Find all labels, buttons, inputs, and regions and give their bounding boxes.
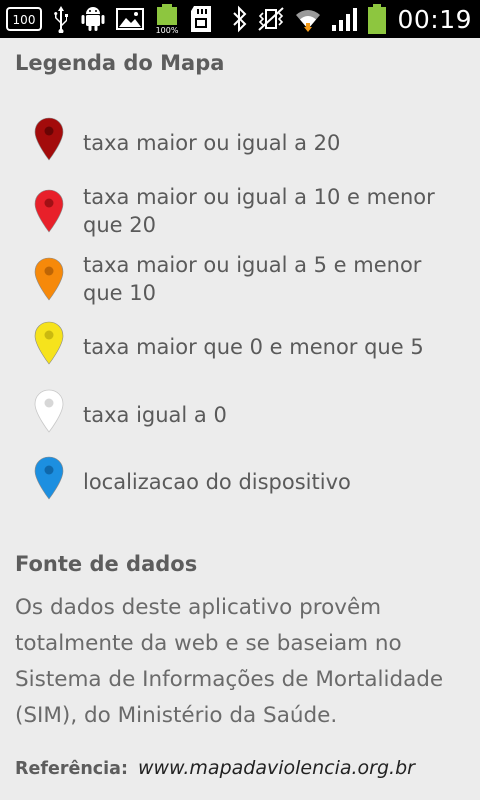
notification-icons: 100 100% bbox=[6, 4, 212, 34]
reference-row: Referência: www.mapadaviolencia.org.br bbox=[15, 757, 415, 779]
legend-item-label: taxa maior ou igual a 5 e menor que 10 bbox=[83, 253, 422, 305]
battery-icon bbox=[368, 4, 387, 34]
red-map-pin-icon bbox=[34, 189, 64, 233]
badge-100-text: 100 bbox=[13, 13, 36, 27]
blue-map-pin-icon bbox=[34, 456, 64, 500]
legend-item-label: taxa maior ou igual a 20 bbox=[83, 131, 341, 155]
gallery-icon bbox=[116, 8, 144, 30]
sd-card-icon bbox=[191, 6, 211, 32]
status-bar: 100 100% 00:19 bbox=[0, 0, 480, 38]
wifi-icon bbox=[296, 10, 321, 32]
android-debug-icon bbox=[81, 7, 105, 31]
vibrate-icon bbox=[258, 7, 285, 31]
legend-title: Legenda do Mapa bbox=[15, 51, 225, 75]
battery-badge-text: 100% bbox=[156, 26, 179, 34]
signal-icon bbox=[332, 8, 358, 31]
white-map-pin-icon bbox=[34, 389, 64, 433]
legend-item-label: taxa igual a 0 bbox=[83, 403, 227, 427]
legend-item-label: taxa maior ou igual a 10 e menor que 20 bbox=[83, 185, 435, 237]
reference-label: Referência: bbox=[15, 759, 128, 779]
source-title: Fonte de dados bbox=[15, 552, 198, 576]
usb-icon bbox=[54, 6, 68, 33]
clock-time: 00:19 bbox=[397, 4, 472, 34]
yellow-map-pin-icon bbox=[34, 321, 64, 365]
legend-item-label: localizacao do dispositivo bbox=[83, 470, 351, 494]
legend-section: Legenda do Mapa taxa maior ou igual a 20… bbox=[0, 38, 480, 503]
bluetooth-icon bbox=[233, 5, 247, 33]
system-icons: 00:19 bbox=[232, 4, 472, 34]
source-description: Os dados deste aplicativo provêm totalme… bbox=[15, 595, 444, 728]
legend-item-label: taxa maior que 0 e menor que 5 bbox=[83, 335, 424, 359]
dark-red-map-pin-icon bbox=[34, 117, 64, 161]
reference-link[interactable]: www.mapadaviolencia.org.br bbox=[138, 757, 415, 779]
orange-map-pin-icon bbox=[34, 257, 64, 301]
battery-full-notification-icon: 100% bbox=[154, 4, 180, 34]
notification-100-icon: 100 bbox=[6, 7, 42, 31]
legend-list: taxa maior ou igual a 20 taxa maior ou i… bbox=[15, 83, 465, 503]
